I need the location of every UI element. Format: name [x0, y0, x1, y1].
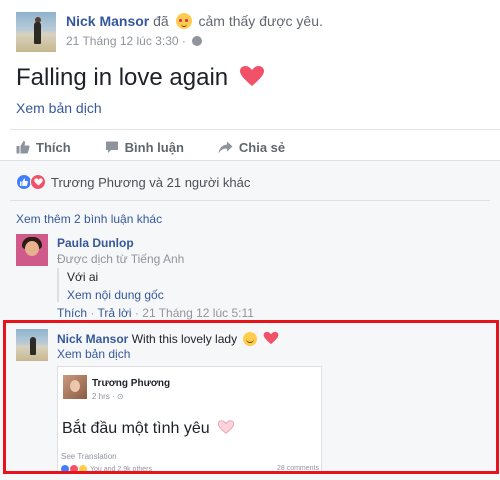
commenter-name[interactable]: Paula Dunlop	[57, 236, 134, 250]
comment-bubble-icon	[105, 141, 118, 153]
share-button[interactable]: Chia sẻ	[218, 139, 285, 155]
translated-label: Được dịch từ Tiếng Anh	[57, 252, 185, 266]
comment-like-link[interactable]: Thích	[57, 306, 87, 320]
quote-bar	[57, 268, 59, 302]
divider	[10, 129, 500, 130]
comment-button[interactable]: Bình luận	[105, 139, 184, 155]
heart-icon	[239, 66, 264, 86]
divider	[10, 200, 490, 201]
view-more-comments-link[interactable]: Xem thêm 2 bình luận khác	[16, 212, 162, 226]
globe-icon[interactable]	[192, 36, 203, 46]
comment-text: Với ai	[67, 270, 99, 284]
separator: ·	[134, 306, 139, 320]
see-translation-link[interactable]: Xem bản dịch	[16, 100, 102, 116]
post-text: Falling in love again	[16, 64, 265, 92]
post-text-content: Falling in love again	[16, 64, 229, 91]
reactions-text: Trương Phương và 21 người khác	[51, 174, 251, 190]
comment-reply-link[interactable]: Trả lời	[97, 306, 131, 320]
comment-time[interactable]: 21 Tháng 12 lúc 5:11	[142, 306, 254, 320]
highlight-frame	[3, 320, 499, 474]
comment-actions: Thích · Trả lời · 21 Tháng 12 lúc 5:11	[57, 306, 254, 320]
facebook-post: Nick Mansor đã cảm thấy được yêu. 21 Thá…	[0, 0, 500, 480]
like-button[interactable]: Thích	[16, 139, 71, 155]
post-timestamp-line: 21 Tháng 12 lúc 3:30 ·	[66, 34, 203, 48]
post-timestamp[interactable]: 21 Tháng 12 lúc 3:30 ·	[66, 34, 186, 48]
thumbs-up-icon	[16, 141, 30, 154]
feeling-text: cảm thấy được yêu.	[198, 13, 323, 29]
share-label: Chia sẻ	[238, 139, 286, 155]
commenter-avatar[interactable]	[16, 234, 48, 266]
author-name[interactable]: Nick Mansor	[66, 13, 149, 29]
feeling-prefix: đã	[153, 13, 169, 29]
like-label: Thích	[36, 139, 71, 155]
share-arrow-icon	[218, 141, 233, 153]
feeling-loved-emoji-icon	[175, 13, 192, 29]
reactions-summary[interactable]: Trương Phương và 21 người khác	[16, 174, 250, 190]
author-line: Nick Mansor đã cảm thấy được yêu.	[66, 13, 323, 29]
post-actions-bar: Thích Bình luận Chia sẻ	[16, 139, 285, 155]
love-reaction-icon	[30, 174, 46, 190]
see-original-link[interactable]: Xem nội dung gốc	[67, 288, 164, 302]
separator: ·	[90, 306, 95, 320]
comment-label: Bình luận	[124, 139, 184, 155]
author-avatar[interactable]	[16, 12, 56, 52]
